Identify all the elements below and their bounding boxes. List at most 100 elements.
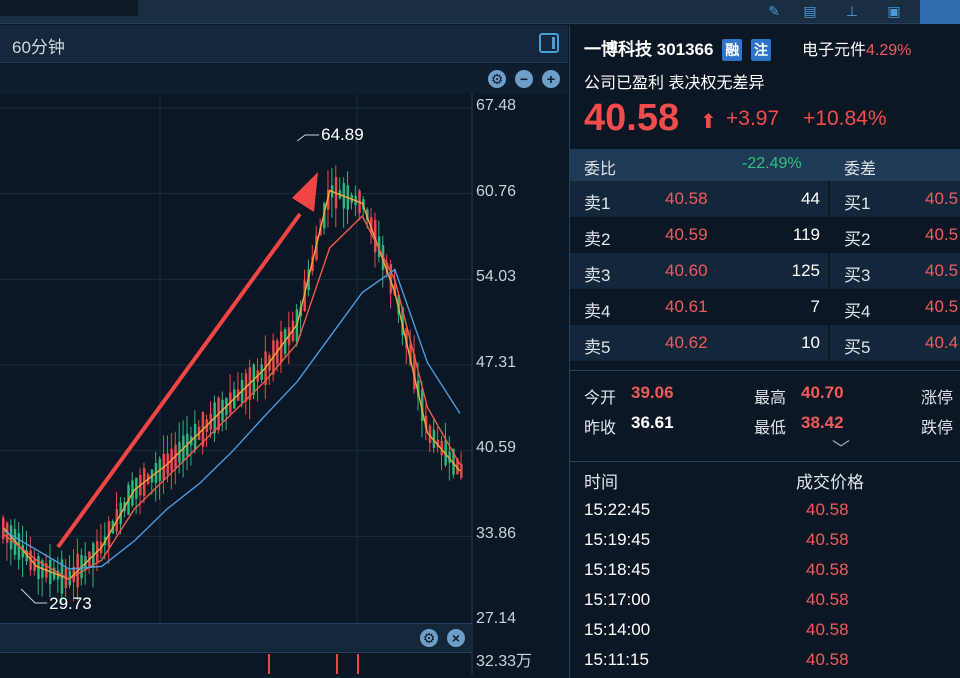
pin-icon[interactable]: ⊥ <box>842 2 862 20</box>
quote-panel: 一博科技 301366 融 注 电子元件4.29% 公司已盈利 表决权无差异 4… <box>569 25 960 678</box>
chart-tools: ⚙ − + <box>0 64 568 94</box>
user-avatar-icon[interactable] <box>920 0 960 24</box>
up-arrow-icon: ⬆ <box>700 111 717 133</box>
settings-gear-icon[interactable]: ⚙ <box>488 70 506 88</box>
chart-panel: 60分钟 ⚙ − + 64.89 29.73 67.48 60.76 54.03 … <box>0 25 568 678</box>
moving-average-line <box>3 189 461 581</box>
low-annotation-leader <box>20 588 48 604</box>
limit-up-label: 涨停 <box>921 390 954 407</box>
high-annotation-label: 64.89 <box>321 125 364 144</box>
stock-code: 301366 <box>656 40 714 59</box>
edit-icon[interactable]: ✎ <box>764 2 784 20</box>
document-icon[interactable]: ▤ <box>800 2 820 20</box>
sector-percent: 4.29% <box>866 42 912 59</box>
toolbar-search-area[interactable] <box>0 0 138 16</box>
zoom-out-icon[interactable]: − <box>515 70 533 88</box>
trade-list: 时间 成交价格 15:22:45 40.58 15:19:45 40.58 15:18:… <box>570 461 960 678</box>
sell-volume: 7 <box>810 297 820 316</box>
order-book-divider <box>828 181 830 361</box>
open-value: 39.06 <box>631 383 674 402</box>
stock-header: 一博科技 301366 融 注 电子元件4.29% 公司已盈利 表决权无差异 4… <box>570 25 960 149</box>
order-book-row[interactable]: 卖3 40.60 125 买3 40.5 <box>570 253 960 289</box>
trade-price: 40.58 <box>806 650 849 669</box>
sell-price: 40.61 <box>665 297 708 316</box>
sector-name: 电子元件 <box>802 42 867 59</box>
current-price: 40.58 <box>584 97 680 139</box>
period-selector[interactable]: 60分钟 <box>12 33 65 58</box>
sell-level-label: 卖4 <box>584 302 611 321</box>
registration-badge[interactable]: 注 <box>750 39 771 61</box>
y-tick: 67.48 <box>476 97 517 114</box>
candlestick-chart[interactable]: 64.89 29.73 <box>0 94 568 674</box>
volume-bar <box>268 654 270 674</box>
buy-price: 40.5 <box>925 189 959 208</box>
margin-badge[interactable]: 融 <box>722 39 743 61</box>
period-bar: 60分钟 <box>0 25 568 63</box>
trade-row[interactable]: 15:11:15 40.58 <box>570 646 960 676</box>
trade-row[interactable]: 15:18:45 40.58 <box>570 556 960 586</box>
volume-bar <box>336 654 338 674</box>
time-column-header: 时间 <box>584 473 618 492</box>
top-toolbar: ✎ ▤ ⊥ ▣ <box>0 0 960 24</box>
trend-arrow <box>56 212 302 549</box>
y-tick: 60.76 <box>476 183 517 200</box>
open-label: 今开 <box>584 390 617 407</box>
trade-price: 40.58 <box>806 530 849 549</box>
prev-close-label: 昨收 <box>584 420 617 437</box>
high-label: 最高 <box>754 390 787 407</box>
window-icon[interactable]: ▣ <box>884 2 904 20</box>
prev-close-value: 36.61 <box>631 413 674 432</box>
high-value: 40.70 <box>801 383 844 402</box>
sell-price: 40.62 <box>665 333 708 352</box>
high-annotation-leader <box>296 134 320 142</box>
buy-price: 40.4 <box>925 333 959 352</box>
buy-level-label: 买2 <box>844 230 871 249</box>
buy-price: 40.5 <box>925 261 959 280</box>
diff-label: 委差 <box>844 161 877 178</box>
company-status: 公司已盈利 表决权无差异 <box>584 75 765 92</box>
volume-settings-icon[interactable]: ⚙ <box>420 629 438 647</box>
buy-level-label: 买3 <box>844 266 871 285</box>
trade-time: 15:17:00 <box>584 590 651 609</box>
order-book-row[interactable]: 卖1 40.58 44 买1 40.5 <box>570 181 960 217</box>
buy-level-label: 买5 <box>844 338 871 357</box>
expand-panel-icon[interactable] <box>539 33 559 53</box>
y-tick: 47.31 <box>476 354 517 371</box>
sell-level-label: 卖3 <box>584 266 611 285</box>
sell-level-label: 卖5 <box>584 338 611 357</box>
sell-price: 40.59 <box>665 225 708 244</box>
sell-level-label: 卖1 <box>584 194 611 213</box>
trade-row[interactable]: 15:14:00 40.58 <box>570 616 960 646</box>
buy-price: 40.5 <box>925 297 959 316</box>
trend-arrowhead <box>292 172 318 212</box>
order-book-row[interactable]: 卖2 40.59 119 买2 40.5 <box>570 217 960 253</box>
price-column-header: 成交价格 <box>796 473 864 492</box>
sell-volume: 44 <box>801 189 820 208</box>
volume-tick: 32.33万 <box>476 653 533 670</box>
volume-panel-header: ⚙ × <box>0 623 472 653</box>
chevron-down-icon[interactable]: ﹀ <box>832 435 850 461</box>
order-book-row[interactable]: 卖5 40.62 10 买5 40.4 <box>570 325 960 361</box>
ratio-label: 委比 <box>584 161 617 178</box>
low-label: 最低 <box>754 420 787 437</box>
sell-level-label: 卖2 <box>584 230 611 249</box>
sector-info[interactable]: 电子元件4.29% <box>802 36 911 60</box>
low-value: 38.42 <box>801 413 844 432</box>
order-book-row[interactable]: 卖4 40.61 7 买4 40.5 <box>570 289 960 325</box>
trade-row[interactable]: 15:22:45 40.58 <box>570 496 960 526</box>
buy-price: 40.5 <box>925 225 959 244</box>
zoom-in-icon[interactable]: + <box>542 70 560 88</box>
stock-name: 一博科技 <box>584 40 652 59</box>
trade-time: 15:19:45 <box>584 530 651 549</box>
price-change: +3.97 <box>726 107 780 130</box>
sell-price: 40.60 <box>665 261 708 280</box>
trade-row[interactable]: 15:17:00 40.58 <box>570 586 960 616</box>
close-icon[interactable]: × <box>447 629 465 647</box>
quote-stats: 今开 39.06 最高 40.70 涨停 昨收 36.61 最低 38.42 跌… <box>570 370 960 460</box>
sell-volume: 119 <box>792 225 820 244</box>
trade-price: 40.58 <box>806 620 849 639</box>
sell-volume: 10 <box>801 333 820 352</box>
trade-row[interactable]: 15:19:45 40.58 <box>570 526 960 556</box>
trade-price: 40.58 <box>806 560 849 579</box>
y-tick: 40.59 <box>476 439 517 456</box>
